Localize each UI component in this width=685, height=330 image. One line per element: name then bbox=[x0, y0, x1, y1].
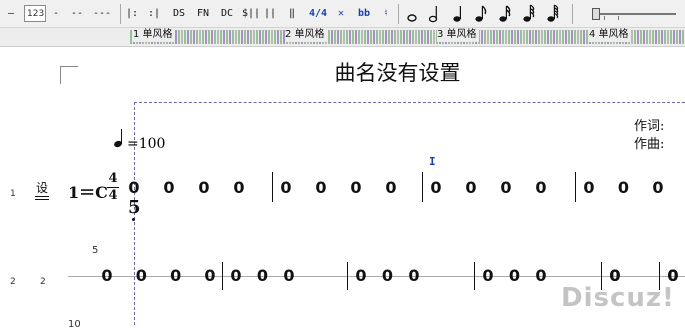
note[interactable]: 0 bbox=[278, 179, 294, 197]
zoom-slider-tick bbox=[618, 16, 619, 20]
row-number: 2 bbox=[10, 277, 16, 287]
note[interactable]: 0 bbox=[133, 267, 149, 285]
barline bbox=[347, 262, 348, 290]
barline bbox=[575, 172, 576, 202]
double-flat-button[interactable]: bb bbox=[354, 5, 374, 23]
number-input[interactable]: 123 bbox=[24, 5, 46, 22]
toolbar-separator bbox=[398, 4, 399, 24]
ruler-label-1: 1 单风格 bbox=[133, 28, 175, 42]
zoom-slider[interactable] bbox=[592, 6, 680, 22]
set-button[interactable]: 设 bbox=[35, 180, 49, 200]
watermark-logo: Discuz! bbox=[561, 283, 675, 313]
composer-label[interactable]: 作曲: bbox=[634, 133, 664, 152]
margin-guide-horizontal bbox=[134, 102, 685, 103]
half-note-icon[interactable] bbox=[428, 4, 440, 24]
note[interactable]: 0 bbox=[99, 267, 115, 285]
duration-dash-button[interactable]: – bbox=[4, 5, 18, 23]
note[interactable]: 0 bbox=[353, 267, 369, 285]
barline bbox=[474, 262, 475, 290]
whole-note-icon[interactable] bbox=[406, 6, 418, 24]
note[interactable]: 0 bbox=[650, 179, 666, 197]
sixteenth-note-icon[interactable] bbox=[498, 4, 512, 24]
barline bbox=[222, 262, 223, 290]
toolbar: – 123 - -- --- |: :| DS FN DC $|| || ‖ 4… bbox=[0, 0, 685, 28]
score-title[interactable]: 曲名没有设置 bbox=[0, 57, 685, 87]
lower-octave-dot bbox=[132, 218, 135, 221]
note[interactable]: 0 bbox=[380, 267, 396, 285]
note[interactable]: 0 bbox=[196, 179, 212, 197]
toolbar-separator bbox=[572, 4, 573, 24]
note[interactable]: 0 bbox=[507, 267, 523, 285]
note[interactable]: 0 bbox=[383, 179, 399, 197]
row-number: 2 bbox=[40, 277, 46, 287]
note[interactable]: 0 bbox=[168, 267, 184, 285]
lower-octave-note[interactable]: 5 bbox=[128, 197, 141, 218]
note[interactable]: 0 bbox=[533, 267, 549, 285]
note[interactable]: 0 bbox=[463, 179, 479, 197]
measure-number: 5 bbox=[92, 245, 99, 256]
row-number: 1 bbox=[10, 189, 16, 199]
ruler-label-2: 2 单风格 bbox=[285, 28, 327, 42]
fn-button[interactable]: FN bbox=[194, 5, 212, 23]
note[interactable]: 0 bbox=[255, 267, 271, 285]
note[interactable]: 0 bbox=[126, 179, 142, 197]
thirty-second-note-icon[interactable] bbox=[522, 4, 536, 24]
staff-guide-line bbox=[68, 276, 685, 277]
natural-button[interactable]: ♮ bbox=[380, 5, 392, 23]
zoom-slider-tick bbox=[604, 16, 605, 20]
sixty-fourth-note-icon[interactable] bbox=[546, 4, 560, 24]
zoom-slider-thumb[interactable] bbox=[592, 8, 600, 20]
double-sharp-button[interactable]: ✕ bbox=[334, 5, 348, 23]
note[interactable]: 0 bbox=[581, 179, 597, 197]
quarter-note-icon bbox=[113, 139, 123, 149]
zoom-slider-track bbox=[596, 13, 676, 15]
dash-one-button[interactable]: - bbox=[50, 5, 62, 23]
ruler-ticks bbox=[130, 30, 684, 44]
final-bar-button[interactable]: ‖ bbox=[286, 5, 298, 23]
barline bbox=[422, 172, 423, 202]
note[interactable]: 0 bbox=[348, 179, 364, 197]
dash-two-button[interactable]: -- bbox=[68, 5, 86, 23]
note[interactable]: 0 bbox=[533, 179, 549, 197]
double-bar-button[interactable]: || bbox=[264, 5, 276, 23]
repeat-start-button[interactable]: |: bbox=[124, 5, 140, 23]
dc-button[interactable]: DC bbox=[218, 5, 236, 23]
ruler-label-4: 4 单风格 bbox=[589, 28, 631, 42]
ds-button[interactable]: DS bbox=[170, 5, 188, 23]
time-signature[interactable]: 4 4 bbox=[107, 172, 119, 203]
time-signature-bottom: 4 bbox=[108, 188, 118, 203]
segno-button[interactable]: $|| bbox=[242, 5, 260, 23]
note[interactable]: 0 bbox=[228, 267, 244, 285]
note[interactable]: 0 bbox=[281, 267, 297, 285]
repeat-end-button[interactable]: :| bbox=[146, 5, 162, 23]
tempo-value: =100 bbox=[127, 136, 166, 152]
ruler-label-3: 3 单风格 bbox=[437, 28, 479, 42]
time-signature-top: 4 bbox=[108, 171, 118, 186]
dash-three-button[interactable]: --- bbox=[90, 5, 114, 23]
barline bbox=[272, 172, 273, 202]
quarter-note-icon[interactable] bbox=[452, 4, 464, 24]
toolbar-separator bbox=[120, 4, 121, 24]
eighth-note-icon[interactable] bbox=[474, 4, 488, 24]
time-signature-button[interactable]: 4/4 bbox=[308, 5, 328, 23]
note[interactable]: 0 bbox=[480, 267, 496, 285]
lyricist-label[interactable]: 作词: bbox=[634, 115, 664, 134]
note[interactable]: 0 bbox=[406, 267, 422, 285]
note[interactable]: 0 bbox=[231, 179, 247, 197]
note[interactable]: 0 bbox=[498, 179, 514, 197]
note[interactable]: 0 bbox=[161, 179, 177, 197]
note[interactable]: 0 bbox=[616, 179, 632, 197]
measure-ruler: 1 单风格 2 单风格 3 单风格 4 单风格 bbox=[0, 28, 685, 47]
note[interactable]: 0 bbox=[313, 179, 329, 197]
key-signature[interactable]: 1＝C bbox=[68, 179, 108, 203]
note[interactable]: 0 bbox=[202, 267, 218, 285]
note[interactable]: 0 bbox=[428, 179, 444, 197]
edit-cursor: I bbox=[429, 155, 436, 168]
